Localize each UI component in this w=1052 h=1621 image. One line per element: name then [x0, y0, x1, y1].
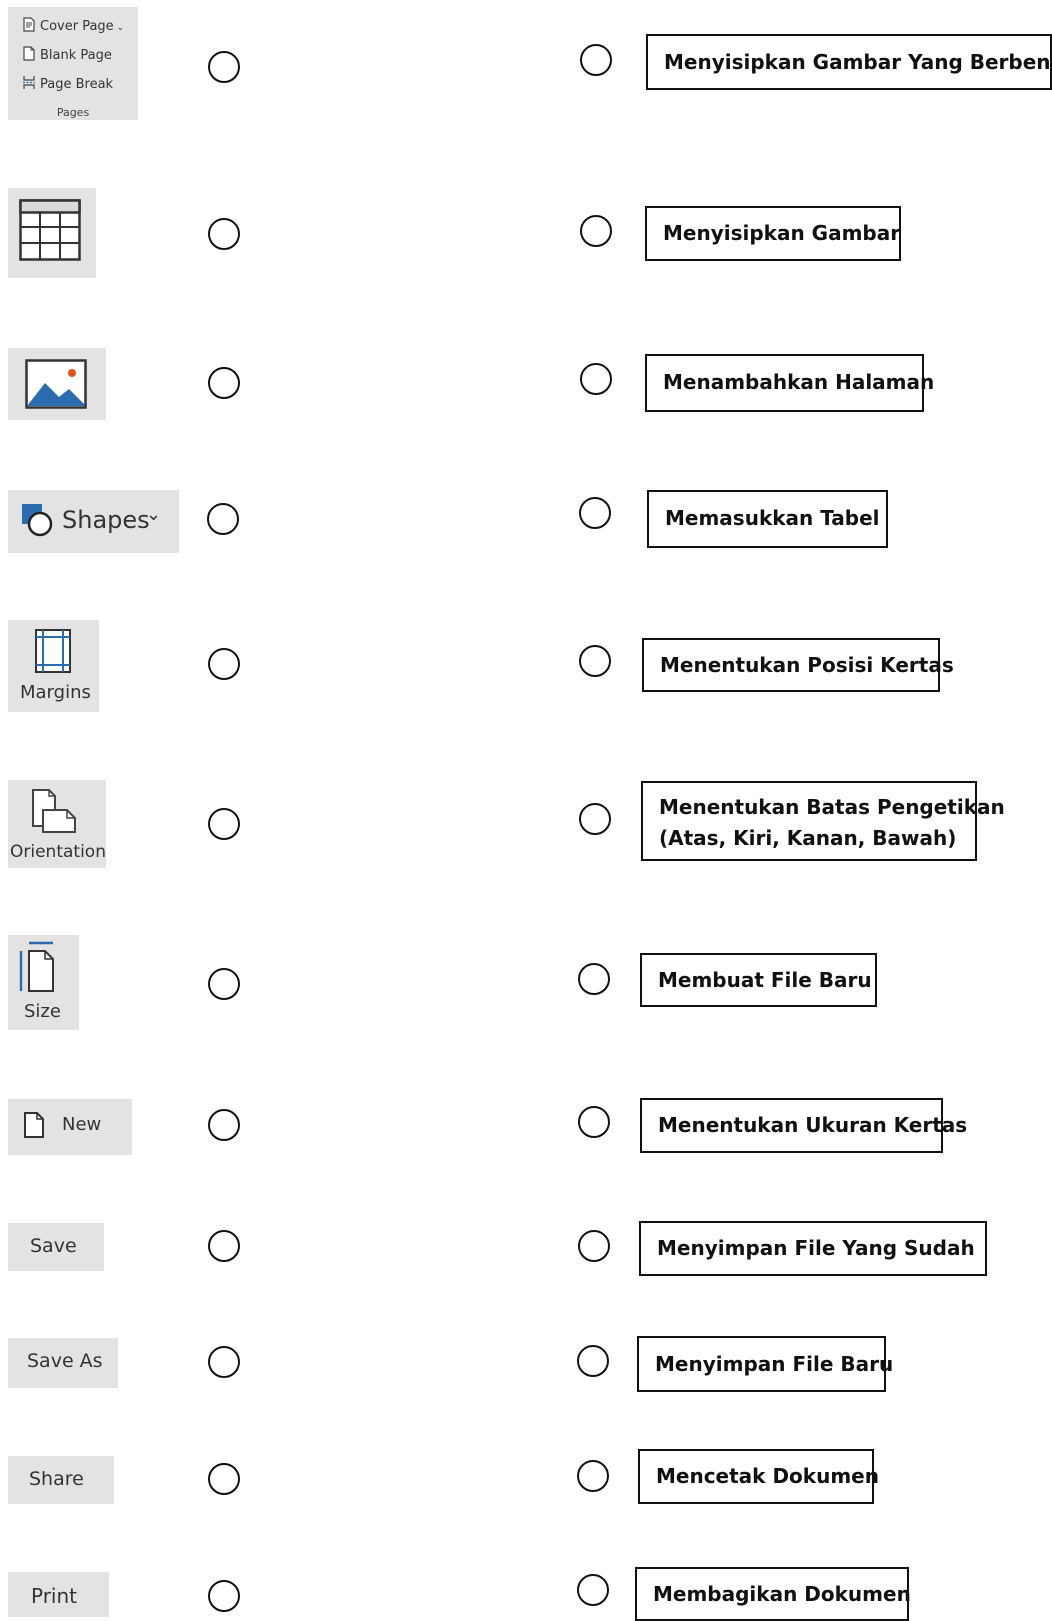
new-label: New	[62, 1114, 102, 1135]
cover-page-button[interactable]: Cover Page ⌄	[22, 17, 124, 34]
left-answer-circle[interactable]	[208, 1463, 240, 1495]
share-button[interactable]: Share	[8, 1456, 114, 1504]
margins-icon	[35, 629, 71, 673]
left-answer-circle[interactable]	[208, 1580, 240, 1612]
right-answer-circle[interactable]	[579, 497, 611, 529]
size-icon	[19, 941, 54, 992]
pages-group: Cover Page ⌄ Blank Page Page Break Pages	[8, 7, 138, 120]
left-answer-circle[interactable]	[208, 51, 240, 83]
save-as-label: Save As	[27, 1350, 103, 1372]
pages-group-label: Pages	[56, 106, 90, 119]
size-button[interactable]: Size	[8, 935, 79, 1030]
left-answer-circle[interactable]	[208, 1230, 240, 1262]
table-button[interactable]	[8, 188, 96, 278]
save-label: Save	[30, 1235, 77, 1257]
answer-box: Menyisipkan Gambar Yang Berbentuk	[646, 34, 1052, 90]
blank-page-button[interactable]: Blank Page	[22, 46, 112, 63]
save-button[interactable]: Save	[8, 1223, 104, 1271]
answer-text: Memasukkan Tabel	[665, 506, 880, 530]
left-answer-circle[interactable]	[208, 648, 240, 680]
answer-text: Mencetak Dokumen	[656, 1464, 879, 1488]
save-as-button[interactable]: Save As	[8, 1338, 118, 1388]
right-answer-circle[interactable]	[580, 215, 612, 247]
page-break-label: Page Break	[40, 77, 114, 92]
left-answer-circle[interactable]	[208, 1346, 240, 1378]
answer-text: Menyimpan File Yang Sudah	[657, 1236, 975, 1260]
pictures-button[interactable]	[8, 348, 106, 420]
shapes-button[interactable]: Shapes ⌄	[8, 490, 179, 553]
right-answer-circle[interactable]	[578, 963, 610, 995]
answer-text: Menyisipkan Gambar Yang Berbentuk	[664, 50, 1052, 74]
shapes-label: Shapes	[62, 506, 150, 534]
cover-page-label: Cover Page	[40, 19, 114, 34]
right-answer-circle[interactable]	[577, 1574, 609, 1606]
right-answer-circle[interactable]	[577, 1345, 609, 1377]
right-answer-circle[interactable]	[580, 363, 612, 395]
chevron-down-icon: ⌄	[116, 23, 125, 33]
answer-text: Membuat File Baru	[658, 968, 872, 992]
right-answer-circle[interactable]	[580, 44, 612, 76]
answer-box: Menentukan Batas Pengetikan (Atas, Kiri,…	[641, 781, 1005, 861]
orientation-button[interactable]: Orientation	[8, 780, 106, 868]
right-answer-circle[interactable]	[579, 645, 611, 677]
answer-text: Menentukan Ukuran Kertas	[658, 1113, 968, 1137]
answer-text: Menentukan Posisi Kertas	[660, 653, 954, 677]
picture-icon	[25, 359, 87, 409]
new-document-icon	[24, 1112, 44, 1138]
left-answer-circle[interactable]	[208, 1109, 240, 1141]
answer-text: (Atas, Kiri, Kanan, Bawah)	[659, 826, 957, 850]
answer-box: Membuat File Baru	[640, 953, 877, 1007]
answer-text: Membagikan Dokumen	[653, 1582, 911, 1606]
new-button[interactable]: New	[8, 1099, 132, 1155]
answer-text: Menyimpan File Baru	[655, 1352, 894, 1376]
margins-button[interactable]: Margins	[8, 620, 99, 712]
orientation-label: Orientation	[10, 842, 106, 862]
orientation-icon	[32, 789, 76, 833]
answer-box: Menambahkan Halaman	[645, 354, 934, 412]
left-answer-circle[interactable]	[208, 367, 240, 399]
blank-page-icon	[23, 46, 35, 61]
shapes-icon	[22, 504, 53, 537]
blank-page-label: Blank Page	[40, 48, 112, 63]
print-button[interactable]: Print	[8, 1572, 109, 1617]
left-answer-circle[interactable]	[208, 218, 240, 250]
table-icon	[19, 199, 81, 261]
answer-box: Menentukan Posisi Kertas	[642, 638, 954, 692]
answer-box: Menentukan Ukuran Kertas	[640, 1098, 967, 1153]
share-label: Share	[29, 1468, 84, 1490]
right-answer-circle[interactable]	[578, 1230, 610, 1262]
answer-box: Menyimpan File Baru	[637, 1336, 893, 1392]
answer-box: Membagikan Dokumen	[635, 1567, 911, 1621]
answer-box: Menyimpan File Yang Sudah	[639, 1221, 987, 1276]
page-break-button[interactable]: Page Break	[22, 75, 113, 92]
answer-box: Menyisipkan Gambar	[645, 206, 901, 261]
print-label: Print	[31, 1584, 78, 1608]
size-label: Size	[24, 1001, 61, 1022]
chevron-down-icon: ⌄	[146, 504, 162, 525]
answer-text: Menyisipkan Gambar	[663, 221, 901, 245]
left-answer-circle[interactable]	[207, 503, 239, 535]
answer-text: Menambahkan Halaman	[663, 370, 935, 394]
right-answer-circle[interactable]	[579, 803, 611, 835]
margins-label: Margins	[20, 682, 91, 703]
left-answer-circle[interactable]	[208, 968, 240, 1000]
page-break-icon	[23, 76, 35, 89]
left-answer-circle[interactable]	[208, 808, 240, 840]
right-answer-circle[interactable]	[578, 1106, 610, 1138]
answer-text: Menentukan Batas Pengetikan	[659, 795, 1005, 819]
answer-box: Memasukkan Tabel	[647, 490, 888, 548]
answer-box: Mencetak Dokumen	[638, 1449, 879, 1504]
right-answer-circle[interactable]	[577, 1460, 609, 1492]
cover-page-icon	[23, 17, 35, 32]
